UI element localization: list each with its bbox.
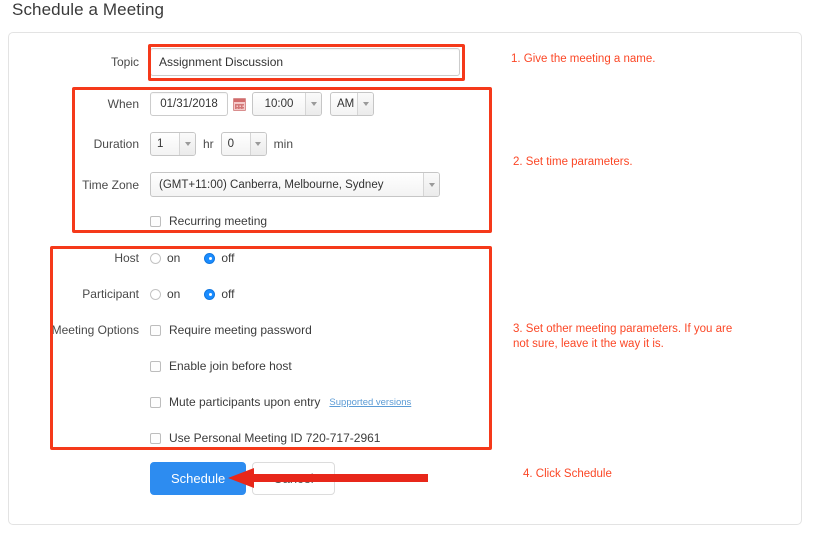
chevron-down-icon [249, 133, 266, 155]
recurring-meeting-checkbox[interactable]: Recurring meeting [150, 214, 267, 228]
annotation-note-1: 1. Give the meeting a name. [511, 53, 656, 65]
option-label: Mute participants upon entry [169, 395, 321, 409]
calendar-icon[interactable] [233, 97, 246, 111]
option-join-before-host[interactable]: Enable join before host [150, 359, 292, 373]
option-require-password[interactable]: Require meeting password [150, 323, 312, 337]
when-row: When 01/31/2018 10:00 AM [28, 92, 374, 116]
meeting-options-label: Meeting Options [51, 323, 139, 337]
host-radio-group: on off [150, 251, 258, 265]
when-label: When [107, 97, 139, 111]
supported-versions-link[interactable]: Supported versions [329, 397, 411, 408]
option-label: Require meeting password [169, 323, 312, 337]
chevron-down-icon [423, 173, 439, 196]
host-radio-on[interactable] [150, 252, 161, 264]
duration-minutes-unit: min [273, 137, 294, 151]
checkbox-icon [150, 396, 161, 408]
duration-label: Duration [93, 137, 139, 151]
duration-minutes-select[interactable]: 0 [220, 132, 267, 156]
participant-row: Participant on off [28, 287, 258, 301]
timezone-row: Time Zone (GMT+11:00) Canberra, Melbourn… [28, 172, 440, 197]
option-label: Enable join before host [169, 359, 292, 373]
participant-radio-on[interactable] [150, 288, 161, 300]
host-radio-on-label: on [167, 251, 181, 265]
option-use-personal-meeting-id[interactable]: Use Personal Meeting ID 720-717-2961 [150, 431, 380, 445]
annotation-note-3-line-2: not sure, leave it the way it is. [513, 338, 664, 350]
checkbox-icon [150, 324, 161, 336]
host-radio-off-label: off [221, 251, 235, 265]
annotation-note-4: 4. Click Schedule [523, 468, 612, 480]
annotation-note-3-line-1: 3. Set other meeting parameters. If you … [513, 323, 733, 335]
participant-radio-off[interactable] [204, 288, 216, 300]
checkbox-icon [150, 360, 161, 372]
duration-minutes-value: 0 [227, 138, 235, 150]
host-row: Host on off [28, 251, 258, 265]
participant-radio-on-label: on [167, 287, 181, 301]
pointer-arrow-icon [228, 468, 428, 488]
checkbox-icon [150, 215, 161, 227]
topic-row: Topic Assignment Discussion [28, 48, 460, 76]
meeting-options-row-1: Enable join before host [28, 359, 292, 373]
meridiem-select-value: AM [337, 98, 355, 110]
meeting-options-row-2: Mute participants upon entry Supported v… [28, 395, 411, 409]
option-label: Use Personal Meeting ID 720-717-2961 [169, 431, 381, 445]
timezone-select[interactable]: (GMT+11:00) Canberra, Melbourne, Sydney [150, 172, 440, 197]
timezone-label: Time Zone [82, 177, 139, 192]
topic-label: Topic [110, 55, 139, 69]
checkbox-icon [150, 432, 161, 444]
meeting-options-row-3: Use Personal Meeting ID 720-717-2961 [28, 431, 380, 445]
annotation-note-2: 2. Set time parameters. [513, 156, 633, 168]
time-select-value: 10:00 [264, 98, 294, 110]
recurring-row: Recurring meeting [28, 214, 267, 228]
date-input[interactable]: 01/31/2018 [150, 92, 228, 116]
topic-input[interactable]: Assignment Discussion [150, 48, 460, 76]
recurring-meeting-label: Recurring meeting [169, 214, 268, 228]
chevron-down-icon [305, 93, 321, 115]
host-radio-off[interactable] [204, 252, 216, 264]
chevron-down-icon [179, 133, 195, 155]
option-mute-participants[interactable]: Mute participants upon entry [150, 395, 320, 409]
time-select[interactable]: 10:00 [252, 92, 322, 116]
participant-label: Participant [82, 287, 139, 301]
duration-hours-value: 1 [157, 138, 164, 150]
host-label: Host [114, 251, 139, 265]
meridiem-select[interactable]: AM [330, 92, 374, 116]
duration-hours-unit: hr [203, 137, 214, 151]
participant-radio-group: on off [150, 287, 258, 301]
participant-radio-off-label: off [221, 287, 235, 301]
timezone-select-value: (GMT+11:00) Canberra, Melbourne, Sydney [159, 178, 384, 191]
meeting-options-row-0: Meeting Options Require meeting password [28, 323, 312, 337]
screenshot-root: Schedule a Meeting Topic Assignment Disc… [0, 0, 825, 536]
duration-row: Duration 1 hr 0 min [28, 132, 300, 156]
duration-hours-select[interactable]: 1 [150, 132, 196, 156]
page-title: Schedule a Meeting [12, 0, 165, 19]
chevron-down-icon [357, 93, 373, 115]
